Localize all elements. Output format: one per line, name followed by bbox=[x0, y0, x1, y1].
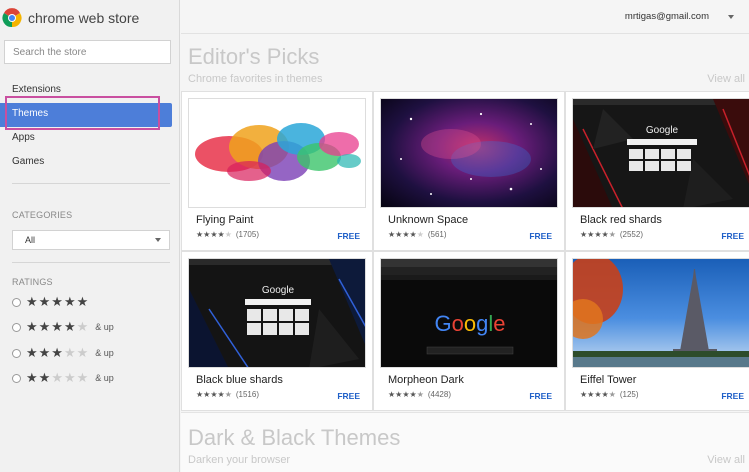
radio-button[interactable] bbox=[12, 348, 21, 358]
main-content: Editor's Picks Chrome favorites in theme… bbox=[181, 35, 749, 472]
theme-thumbnail: Google bbox=[380, 258, 558, 368]
price-badge: FREE bbox=[337, 231, 360, 241]
view-all-link[interactable]: View all bbox=[707, 73, 745, 85]
account-email[interactable]: mrtigas@gmail.com bbox=[625, 11, 709, 22]
theme-thumbnail bbox=[188, 98, 366, 208]
star-rating-icon: ★★★★★ (1516) bbox=[196, 390, 259, 399]
theme-name: Unknown Space bbox=[388, 214, 469, 226]
google-logo-text: Google bbox=[262, 285, 295, 296]
nav-item-games[interactable]: Games bbox=[0, 151, 180, 175]
theme-card-flying-paint[interactable]: Flying Paint ★★★★★ (1705) FREE bbox=[181, 91, 373, 251]
section-title: Dark & Black Themes bbox=[188, 425, 401, 450]
star-rating-icon: ★★★★★ bbox=[26, 370, 90, 385]
rating-suffix: & up bbox=[95, 322, 114, 332]
price-badge: FREE bbox=[337, 391, 360, 401]
rating-count: (125) bbox=[619, 390, 639, 399]
google-logo-text: Google bbox=[434, 311, 505, 336]
rating-filter-3[interactable]: ★★★★★ & up bbox=[12, 345, 114, 361]
price-badge: FREE bbox=[721, 231, 744, 241]
star-rating-icon: ★★★★★ (4428) bbox=[388, 390, 451, 399]
divider bbox=[12, 183, 170, 184]
star-rating-icon: ★★★★★ (561) bbox=[388, 230, 447, 239]
star-rating-icon: ★★★★★ bbox=[26, 294, 90, 309]
section-title: Editor's Picks bbox=[188, 44, 320, 69]
theme-name: Black red shards bbox=[580, 214, 662, 226]
radio-button[interactable] bbox=[12, 297, 21, 307]
rating-count: (1516) bbox=[235, 390, 259, 399]
rating-count: (4428) bbox=[427, 390, 451, 399]
eiffel-tower-image bbox=[573, 259, 749, 367]
rating-filter-5[interactable]: ★★★★★ bbox=[12, 294, 89, 310]
theme-name: Flying Paint bbox=[196, 214, 254, 226]
radio-button[interactable] bbox=[12, 373, 21, 383]
top-bar: mrtigas@gmail.com bbox=[181, 0, 749, 34]
flying-paint-image bbox=[195, 123, 361, 181]
rating-filter-4[interactable]: ★★★★★ & up bbox=[12, 319, 114, 335]
radio-button[interactable] bbox=[12, 322, 21, 332]
blue-shards-image: Google bbox=[189, 259, 365, 367]
search-input[interactable] bbox=[4, 40, 171, 64]
star-rating-icon: ★★★★★ (125) bbox=[580, 390, 639, 399]
divider bbox=[12, 262, 170, 263]
google-logo-text: Google bbox=[646, 125, 679, 136]
rating-count: (1705) bbox=[235, 230, 259, 239]
theme-card-black-blue-shards[interactable]: Google Black blue shards ★★★★★ (1516) FRE… bbox=[181, 251, 373, 411]
morpheon-dark-image: Google bbox=[381, 259, 557, 355]
price-badge: FREE bbox=[529, 231, 552, 241]
account-menu-chevron-icon[interactable] bbox=[728, 15, 734, 19]
theme-thumbnail bbox=[572, 258, 749, 368]
rating-suffix: & up bbox=[95, 373, 114, 383]
theme-thumbnail: Google bbox=[188, 258, 366, 368]
view-all-link[interactable]: View all bbox=[707, 454, 745, 466]
star-rating-icon: ★★★★★ (1705) bbox=[196, 230, 259, 239]
star-rating-icon: ★★★★★ bbox=[26, 345, 90, 360]
theme-name: Black blue shards bbox=[196, 374, 283, 386]
chrome-logo-icon bbox=[2, 8, 22, 28]
star-rating-icon: ★★★★★ bbox=[26, 319, 90, 334]
price-badge: FREE bbox=[529, 391, 552, 401]
category-select[interactable]: All bbox=[12, 230, 170, 250]
star-rating-icon: ★★★★★ (2552) bbox=[580, 230, 643, 239]
theme-card-unknown-space[interactable]: Unknown Space ★★★★★ (561) FREE bbox=[373, 91, 565, 251]
ratings-label: RATINGS bbox=[12, 277, 53, 287]
red-shards-image: Google bbox=[573, 99, 749, 207]
theme-card-eiffel-tower[interactable]: Eiffel Tower ★★★★★ (125) FREE bbox=[565, 251, 749, 411]
rating-filter-2[interactable]: ★★★★★ & up bbox=[12, 370, 114, 386]
themes-highlight-box bbox=[5, 96, 160, 130]
theme-card-morpheon-dark[interactable]: Google Morpheon Dark ★★★★★ (4428) FREE bbox=[373, 251, 565, 411]
nav-item-apps[interactable]: Apps bbox=[0, 127, 180, 151]
categories-label: CATEGORIES bbox=[12, 210, 73, 220]
store-title: chrome web store bbox=[28, 10, 140, 26]
theme-name: Eiffel Tower bbox=[580, 374, 637, 386]
theme-card-black-red-shards[interactable]: Google Black red shards ★★★★★ (2552) FREE bbox=[565, 91, 749, 251]
space-nebula-image bbox=[400, 112, 542, 195]
chevron-down-icon bbox=[155, 238, 161, 242]
section-subtitle: Darken your browser bbox=[188, 454, 291, 466]
rating-suffix: & up bbox=[95, 348, 114, 358]
category-select-value: All bbox=[25, 235, 36, 245]
theme-name: Morpheon Dark bbox=[388, 374, 464, 386]
dark-themes-section: Dark & Black Themes Darken your browser … bbox=[181, 412, 749, 472]
theme-thumbnail: Google bbox=[572, 98, 749, 208]
section-subtitle: Chrome favorites in themes bbox=[188, 73, 323, 85]
rating-count: (2552) bbox=[619, 230, 643, 239]
store-header[interactable]: chrome web store bbox=[0, 0, 179, 36]
rating-count: (561) bbox=[427, 230, 447, 239]
price-badge: FREE bbox=[721, 391, 744, 401]
sidebar: chrome web store Extensions Themes Apps … bbox=[0, 0, 180, 472]
theme-thumbnail bbox=[380, 98, 558, 208]
